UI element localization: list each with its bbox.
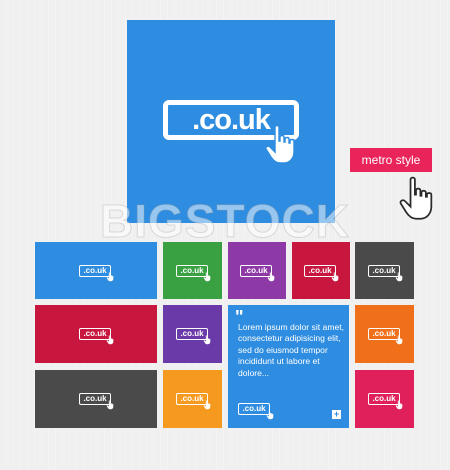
plus-icon[interactable]: +: [332, 410, 341, 419]
hand-pointer-icon: [266, 410, 274, 420]
metro-style-button[interactable]: metro style: [350, 148, 432, 172]
hand-pointer-icon: [395, 400, 403, 410]
tile-co-uk[interactable]: .co.uk: [163, 305, 222, 363]
tile-co-uk[interactable]: .co.uk: [292, 242, 350, 299]
hand-pointer-icon: [106, 400, 114, 410]
tile-co-uk[interactable]: .co.uk: [163, 242, 222, 299]
hand-pointer-icon: [106, 272, 114, 282]
big-co-uk-tile[interactable]: .co.uk: [127, 20, 335, 223]
hand-pointer-icon: [265, 124, 295, 164]
tile-co-uk[interactable]: .co.uk: [35, 370, 157, 428]
tile-co-uk[interactable]: .co.uk: [35, 242, 157, 299]
hand-pointer-icon: [203, 335, 211, 345]
hand-pointer-icon: [395, 272, 403, 282]
lorem-text-tile[interactable]: " Lorem ipsum dolor sit amet, consectetu…: [228, 305, 349, 428]
hand-pointer-icon: [106, 335, 114, 345]
hand-pointer-icon: [395, 335, 403, 345]
tile-co-uk[interactable]: .co.uk: [355, 305, 414, 363]
lorem-text: Lorem ipsum dolor sit amet, consectetur …: [238, 322, 345, 378]
tile-co-uk[interactable]: .co.uk: [355, 242, 414, 299]
hand-pointer-icon: [203, 272, 211, 282]
tile-co-uk[interactable]: .co.uk: [228, 242, 286, 299]
tile-co-uk[interactable]: .co.uk: [35, 305, 157, 363]
tile-co-uk[interactable]: .co.uk: [163, 370, 222, 428]
hand-pointer-icon: [203, 400, 211, 410]
watermark: BIGSTOCK: [100, 195, 350, 248]
hand-pointer-icon: [267, 272, 275, 282]
hand-pointer-icon: [331, 272, 339, 282]
tile-co-uk[interactable]: .co.uk: [355, 370, 414, 428]
